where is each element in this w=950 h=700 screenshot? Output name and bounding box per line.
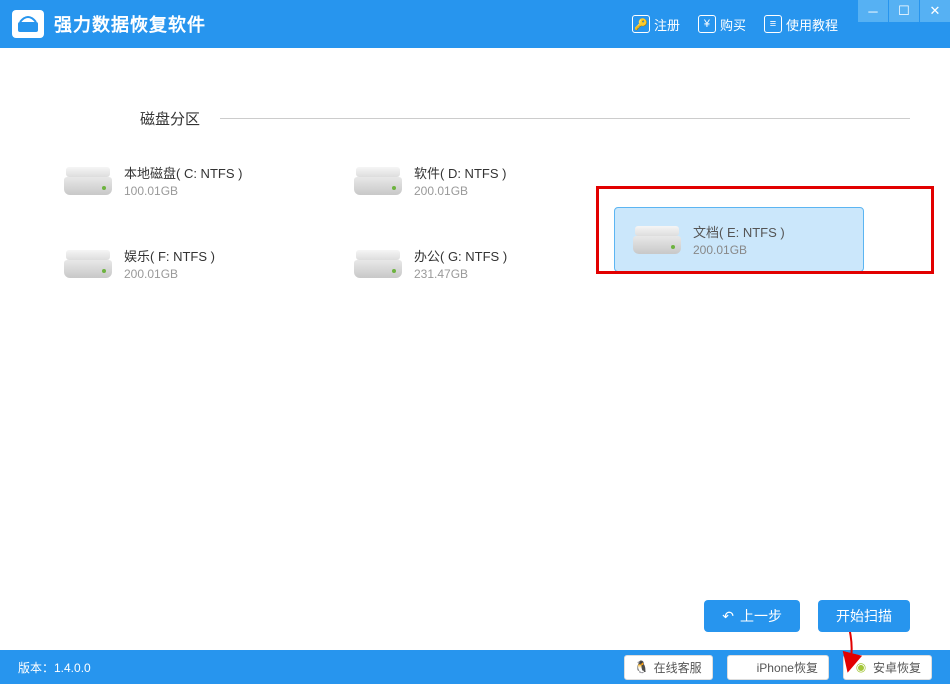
partition-e[interactable]: 文档( E: NTFS ) 200.01GB — [614, 207, 864, 272]
partition-size: 200.01GB — [693, 243, 785, 257]
app-title: 强力数据恢复软件 — [54, 11, 206, 37]
app-logo — [12, 10, 44, 38]
titlebar: 强力数据恢复软件 🔑 注册 ¥ 购买 ≡ 使用教程 ─ ☐ ✕ — [0, 0, 950, 48]
doc-icon: ≡ — [764, 15, 782, 33]
minimize-button[interactable]: ─ — [858, 0, 888, 22]
partition-name: 本地磁盘( C: NTFS ) — [124, 163, 242, 182]
prev-label: 上一步 — [740, 606, 782, 626]
partition-c[interactable]: 本地磁盘( C: NTFS ) 100.01GB — [60, 159, 310, 202]
yen-icon: ¥ — [698, 15, 716, 33]
maximize-button[interactable]: ☐ — [889, 0, 919, 22]
version-label: 版本：1.4.0.0 — [18, 659, 91, 676]
tutorial-label: 使用教程 — [786, 15, 838, 34]
android-recovery-button[interactable]: ◉ 安卓恢复 — [843, 655, 932, 680]
close-button[interactable]: ✕ — [920, 0, 950, 22]
partition-size: 231.47GB — [414, 267, 507, 281]
online-service-button[interactable]: 🐧 在线客服 — [624, 655, 713, 680]
section-title: 磁盘分区 — [140, 108, 200, 129]
selected-partition-wrap: 文档( E: NTFS ) 200.01GB — [614, 207, 864, 272]
disk-icon — [633, 222, 681, 254]
header-actions: 🔑 注册 ¥ 购买 ≡ 使用教程 — [632, 15, 838, 34]
android-recovery-label: 安卓恢复 — [873, 659, 921, 676]
back-arrow-icon: ↶ — [722, 608, 734, 625]
partition-size: 200.01GB — [414, 184, 506, 198]
main-content: 磁盘分区 本地磁盘( C: NTFS ) 100.01GB 软件( D: NTF… — [0, 48, 950, 650]
disk-icon — [64, 246, 112, 278]
prev-button[interactable]: ↶ 上一步 — [704, 600, 800, 632]
window-controls: ─ ☐ ✕ — [857, 0, 950, 22]
divider — [220, 118, 910, 119]
footer: 版本：1.4.0.0 🐧 在线客服 iPhone恢复 ◉ 安卓恢复 — [0, 650, 950, 684]
partition-name: 文档( E: NTFS ) — [693, 222, 785, 241]
iphone-recovery-button[interactable]: iPhone恢复 — [727, 655, 829, 680]
partition-name: 办公( G: NTFS ) — [414, 246, 507, 265]
android-icon: ◉ — [854, 660, 868, 674]
footer-right: 🐧 在线客服 iPhone恢复 ◉ 安卓恢复 — [624, 655, 932, 680]
qq-icon: 🐧 — [635, 660, 649, 674]
register-button[interactable]: 🔑 注册 — [632, 15, 680, 34]
key-icon: 🔑 — [632, 15, 650, 33]
scan-button[interactable]: 开始扫描 — [818, 600, 910, 632]
tutorial-button[interactable]: ≡ 使用教程 — [764, 15, 838, 34]
disk-icon — [354, 246, 402, 278]
partition-f[interactable]: 娱乐( F: NTFS ) 200.01GB — [60, 242, 310, 285]
iphone-recovery-label: iPhone恢复 — [757, 659, 818, 676]
partition-name: 娱乐( F: NTFS ) — [124, 246, 215, 265]
partition-size: 200.01GB — [124, 267, 215, 281]
register-label: 注册 — [654, 15, 680, 34]
online-service-label: 在线客服 — [654, 659, 702, 676]
section-header: 磁盘分区 — [30, 108, 920, 129]
partition-d[interactable]: 软件( D: NTFS ) 200.01GB — [350, 159, 600, 202]
disk-icon — [354, 163, 402, 195]
apple-icon — [738, 660, 752, 674]
buy-button[interactable]: ¥ 购买 — [698, 15, 746, 34]
disk-icon — [64, 163, 112, 195]
partition-size: 100.01GB — [124, 184, 242, 198]
buy-label: 购买 — [720, 15, 746, 34]
bottom-actions: ↶ 上一步 开始扫描 — [704, 600, 910, 632]
scan-label: 开始扫描 — [836, 606, 892, 626]
partition-name: 软件( D: NTFS ) — [414, 163, 506, 182]
partition-g[interactable]: 办公( G: NTFS ) 231.47GB — [350, 242, 600, 285]
